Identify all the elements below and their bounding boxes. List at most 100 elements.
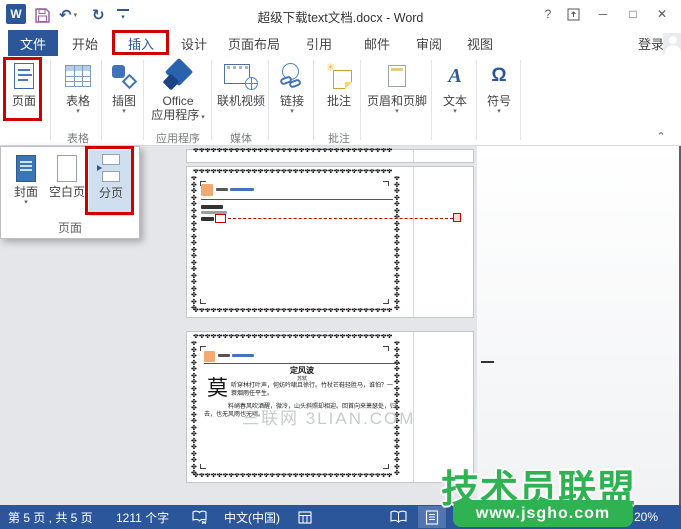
group-separator bbox=[50, 60, 51, 140]
close-icon: ✕ bbox=[657, 7, 667, 21]
ime-mode-button[interactable] bbox=[298, 505, 312, 529]
header-text-line bbox=[216, 188, 228, 191]
menu-item-blank-page[interactable]: 空白页 bbox=[47, 151, 87, 213]
text-line bbox=[201, 205, 223, 209]
zoom-level[interactable]: 20% bbox=[634, 505, 658, 529]
brand-watermark-url: www.jsgho.com bbox=[453, 500, 633, 527]
illustrations-button-label: 插图 bbox=[112, 94, 136, 108]
illustrations-button[interactable]: 插图 ▾ bbox=[105, 58, 143, 130]
header-link-line bbox=[232, 354, 254, 357]
ribbon-display-options-button[interactable] bbox=[562, 4, 584, 24]
page-5[interactable]: ✤✤✤✤✤✤✤✤✤✤✤✤✤✤✤✤✤✤✤✤✤✤✤✤✤✤✤✤✤✤✤✤✤✤ ✤✤✤✤✤… bbox=[186, 331, 474, 483]
office-apps-button[interactable]: Office 应用程序 ▾ bbox=[146, 58, 210, 130]
group-separator bbox=[431, 60, 432, 140]
page-border-decoration: ✤✤✤✤✤✤✤✤✤✤✤✤✤✤✤✤✤✤✤✤✤✤ bbox=[394, 176, 402, 310]
header-footer-button[interactable]: 页眉和页脚 ▾ bbox=[364, 58, 430, 130]
read-mode-icon bbox=[390, 510, 407, 524]
links-button[interactable]: 链接 ▾ bbox=[272, 58, 312, 130]
minimize-icon: ─ bbox=[599, 7, 608, 21]
office-apps-icon bbox=[161, 60, 195, 92]
maximize-icon: □ bbox=[629, 7, 636, 21]
group-label-apps: 应用程序 bbox=[142, 130, 214, 146]
tab-home[interactable]: 开始 bbox=[72, 30, 98, 56]
table-button[interactable]: 表格 ▾ bbox=[56, 58, 100, 130]
annotation-box-break-mark bbox=[215, 214, 226, 223]
table-button-label: 表格 bbox=[66, 94, 90, 108]
help-button[interactable]: ? bbox=[537, 4, 559, 24]
annotation-pointer bbox=[453, 213, 461, 222]
close-button[interactable]: ✕ bbox=[651, 4, 673, 24]
pages-menu-footer-label: 页面 bbox=[1, 219, 139, 236]
symbols-dropdown-arrow-icon: ▾ bbox=[497, 108, 501, 116]
group-separator bbox=[313, 60, 314, 140]
menu-item-cover-page[interactable]: 封面 ▾ bbox=[7, 151, 45, 213]
word-count[interactable]: 1211 个字 bbox=[116, 505, 169, 529]
tab-page-layout[interactable]: 页面布局 bbox=[228, 30, 280, 56]
tab-view[interactable]: 视图 bbox=[467, 30, 493, 56]
links-icon bbox=[279, 63, 305, 89]
annotation-dashed-line bbox=[228, 218, 453, 219]
symbols-button-label: 符号 bbox=[487, 94, 511, 108]
blank-page-icon bbox=[57, 155, 77, 182]
page-indicator[interactable]: 第 5 页 , 共 5 页 bbox=[8, 505, 93, 529]
header-link-line bbox=[230, 188, 254, 191]
tab-file[interactable]: 文件 bbox=[8, 30, 58, 56]
avatar[interactable] bbox=[663, 33, 681, 54]
margin-mark bbox=[383, 464, 389, 469]
office-apps-label-line1: Office bbox=[162, 94, 193, 108]
avatar-body bbox=[665, 45, 681, 54]
group-separator bbox=[101, 60, 102, 140]
page-border-decoration: ✤✤✤✤✤✤✤✤✤✤✤✤✤✤✤✤✤✤✤✤✤✤ bbox=[191, 176, 199, 310]
proofing-book-icon bbox=[192, 510, 208, 524]
page-border-decoration: ✤✤✤✤✤✤✤✤✤✤✤✤✤✤✤✤✤✤✤✤✤✤✤✤✤✤✤✤✤✤✤✤✤✤ bbox=[193, 334, 404, 341]
links-button-label: 链接 bbox=[280, 94, 304, 108]
online-video-icon bbox=[224, 62, 258, 90]
tab-review[interactable]: 审阅 bbox=[416, 30, 442, 56]
blank-page-label: 空白页 bbox=[49, 185, 85, 199]
group-separator bbox=[476, 60, 477, 140]
group-separator bbox=[520, 60, 521, 140]
page-sliver: ✤✤✤✤✤✤✤✤✤✤✤✤✤✤✤✤✤✤✤✤✤✤✤✤✤✤✤✤✤✤✤✤✤✤ bbox=[186, 149, 474, 163]
maximize-button[interactable]: □ bbox=[622, 4, 644, 24]
new-comment-button-label: 批注 bbox=[327, 94, 351, 108]
cover-page-icon bbox=[16, 155, 36, 182]
page-border-decoration: ✤✤✤✤✤✤✤✤✤✤✤✤✤✤✤✤✤✤✤✤✤✤ bbox=[191, 341, 199, 475]
help-icon: ? bbox=[545, 7, 552, 21]
text-button[interactable]: A 文本 ▾ bbox=[436, 58, 474, 130]
cover-page-dropdown-arrow-icon: ▾ bbox=[24, 199, 28, 207]
symbols-button[interactable]: Ω 符号 ▾ bbox=[480, 58, 518, 130]
tab-references[interactable]: 引用 bbox=[306, 30, 332, 56]
group-label-media: 媒体 bbox=[214, 130, 268, 146]
page-4[interactable]: ✤✤✤✤✤✤✤✤✤✤✤✤✤✤✤✤✤✤✤✤✤✤✤✤✤✤✤✤✤✤✤✤✤✤ ✤✤✤✤✤… bbox=[186, 166, 474, 318]
tab-mailings[interactable]: 邮件 bbox=[364, 30, 390, 56]
margin-mark bbox=[383, 299, 389, 304]
collapse-ribbon-button[interactable]: ⌃ bbox=[650, 130, 672, 144]
language-indicator[interactable]: 中文(中国) bbox=[224, 505, 280, 529]
group-separator bbox=[360, 60, 361, 140]
read-mode-button[interactable] bbox=[384, 506, 412, 528]
annotation-box-pages-button bbox=[3, 57, 42, 121]
tab-design[interactable]: 设计 bbox=[181, 30, 207, 56]
page-border-decoration: ✤✤✤✤✤✤✤✤✤✤✤✤✤✤✤✤✤✤✤✤✤✤✤✤✤✤✤✤✤✤✤✤✤✤ bbox=[193, 169, 404, 176]
page-border-decoration: ✤✤✤✤✤✤✤✤✤✤✤✤✤✤✤✤✤✤✤✤✤✤✤✤✤✤✤✤✤✤✤✤✤✤ bbox=[193, 473, 404, 480]
proofing-status-button[interactable] bbox=[192, 505, 208, 529]
page-column-divider bbox=[413, 167, 414, 317]
header-text-line bbox=[218, 354, 230, 357]
new-comment-button[interactable]: ✳ 批注 bbox=[318, 58, 360, 130]
group-separator bbox=[211, 60, 212, 140]
margin-mark bbox=[200, 299, 206, 304]
annotation-box-insert-tab bbox=[112, 30, 169, 55]
online-video-button[interactable]: 联机视频 bbox=[214, 58, 268, 130]
group-separator bbox=[143, 60, 144, 140]
site-logo bbox=[201, 184, 213, 196]
comment-icon: ✳ bbox=[326, 63, 352, 89]
minimize-button[interactable]: ─ bbox=[592, 4, 614, 24]
illustrations-dropdown-arrow-icon: ▾ bbox=[122, 108, 126, 116]
sign-in-button[interactable]: 登录 bbox=[638, 30, 664, 56]
margin-mark bbox=[383, 181, 389, 186]
document-blank-panel bbox=[477, 146, 679, 505]
group-label-tables: 表格 bbox=[56, 130, 100, 146]
ribbon-tab-row: 文件 开始 插入 设计 页面布局 引用 邮件 审阅 视图 登录 bbox=[0, 30, 681, 56]
site-logo bbox=[204, 351, 215, 362]
symbols-icon: Ω bbox=[491, 65, 506, 87]
